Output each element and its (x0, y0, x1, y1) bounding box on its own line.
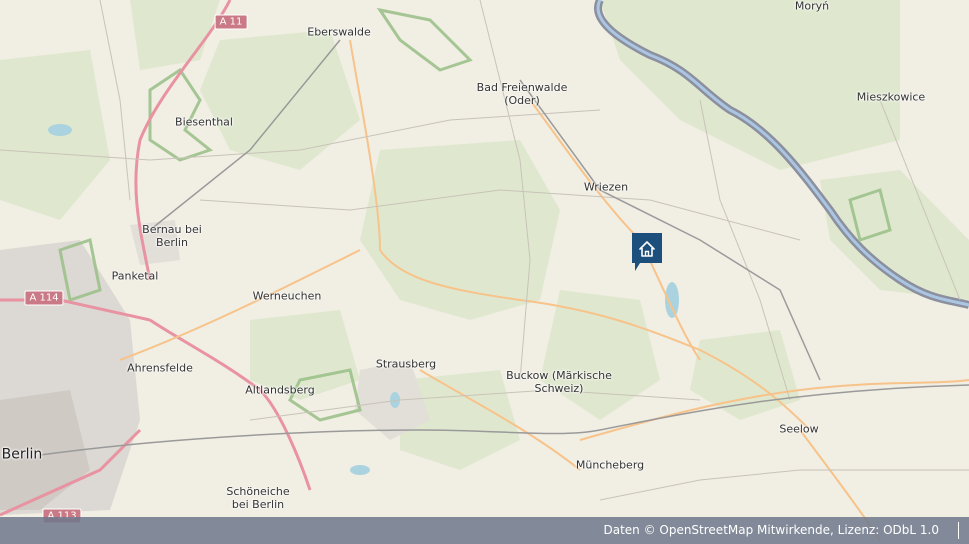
home-icon (632, 233, 662, 271)
home-location-marker[interactable] (632, 233, 662, 271)
place-label-biesenthal: Biesenthal (175, 115, 233, 129)
place-label-werneuchen: Werneuchen (252, 289, 322, 303)
place-label-bernau: Bernau bei Berlin (142, 223, 202, 249)
map-canvas[interactable]: Moryń Eberswalde Bad Freienwalde (Oder) … (0, 0, 969, 544)
place-label-wriezen: Wriezen (583, 180, 629, 194)
map-attribution-bar: Daten © OpenStreetMap Mitwirkende, Lizen… (0, 517, 969, 544)
attribution-divider (958, 522, 959, 539)
place-label-buckow: Buckow (Märkische Schweiz) (506, 369, 612, 395)
place-label-strausberg: Strausberg (375, 357, 437, 371)
place-label-ahrensfelde: Ahrensfelde (127, 361, 193, 375)
road-shield-a11: A 11 (214, 14, 248, 30)
place-label-muencheberg: Müncheberg (575, 458, 645, 472)
place-label-panketal: Panketal (111, 269, 159, 283)
place-label-bad-freienwalde: Bad Freienwalde (Oder) (476, 81, 568, 107)
place-label-berlin: Berlin (1, 446, 43, 463)
place-label-seelow: Seelow (779, 422, 819, 436)
place-label-schoeneiche: Schöneiche bei Berlin (226, 485, 290, 511)
place-label-mieszkowice: Mieszkowice (856, 90, 926, 104)
attribution-text[interactable]: Daten © OpenStreetMap Mitwirkende, Lizen… (603, 517, 939, 544)
place-label-eberswalde: Eberswalde (307, 25, 371, 39)
road-shield-a114: A 114 (24, 290, 64, 306)
place-label-altlandsberg: Altlandsberg (245, 383, 315, 397)
place-label-moryn: Moryń (794, 0, 830, 13)
